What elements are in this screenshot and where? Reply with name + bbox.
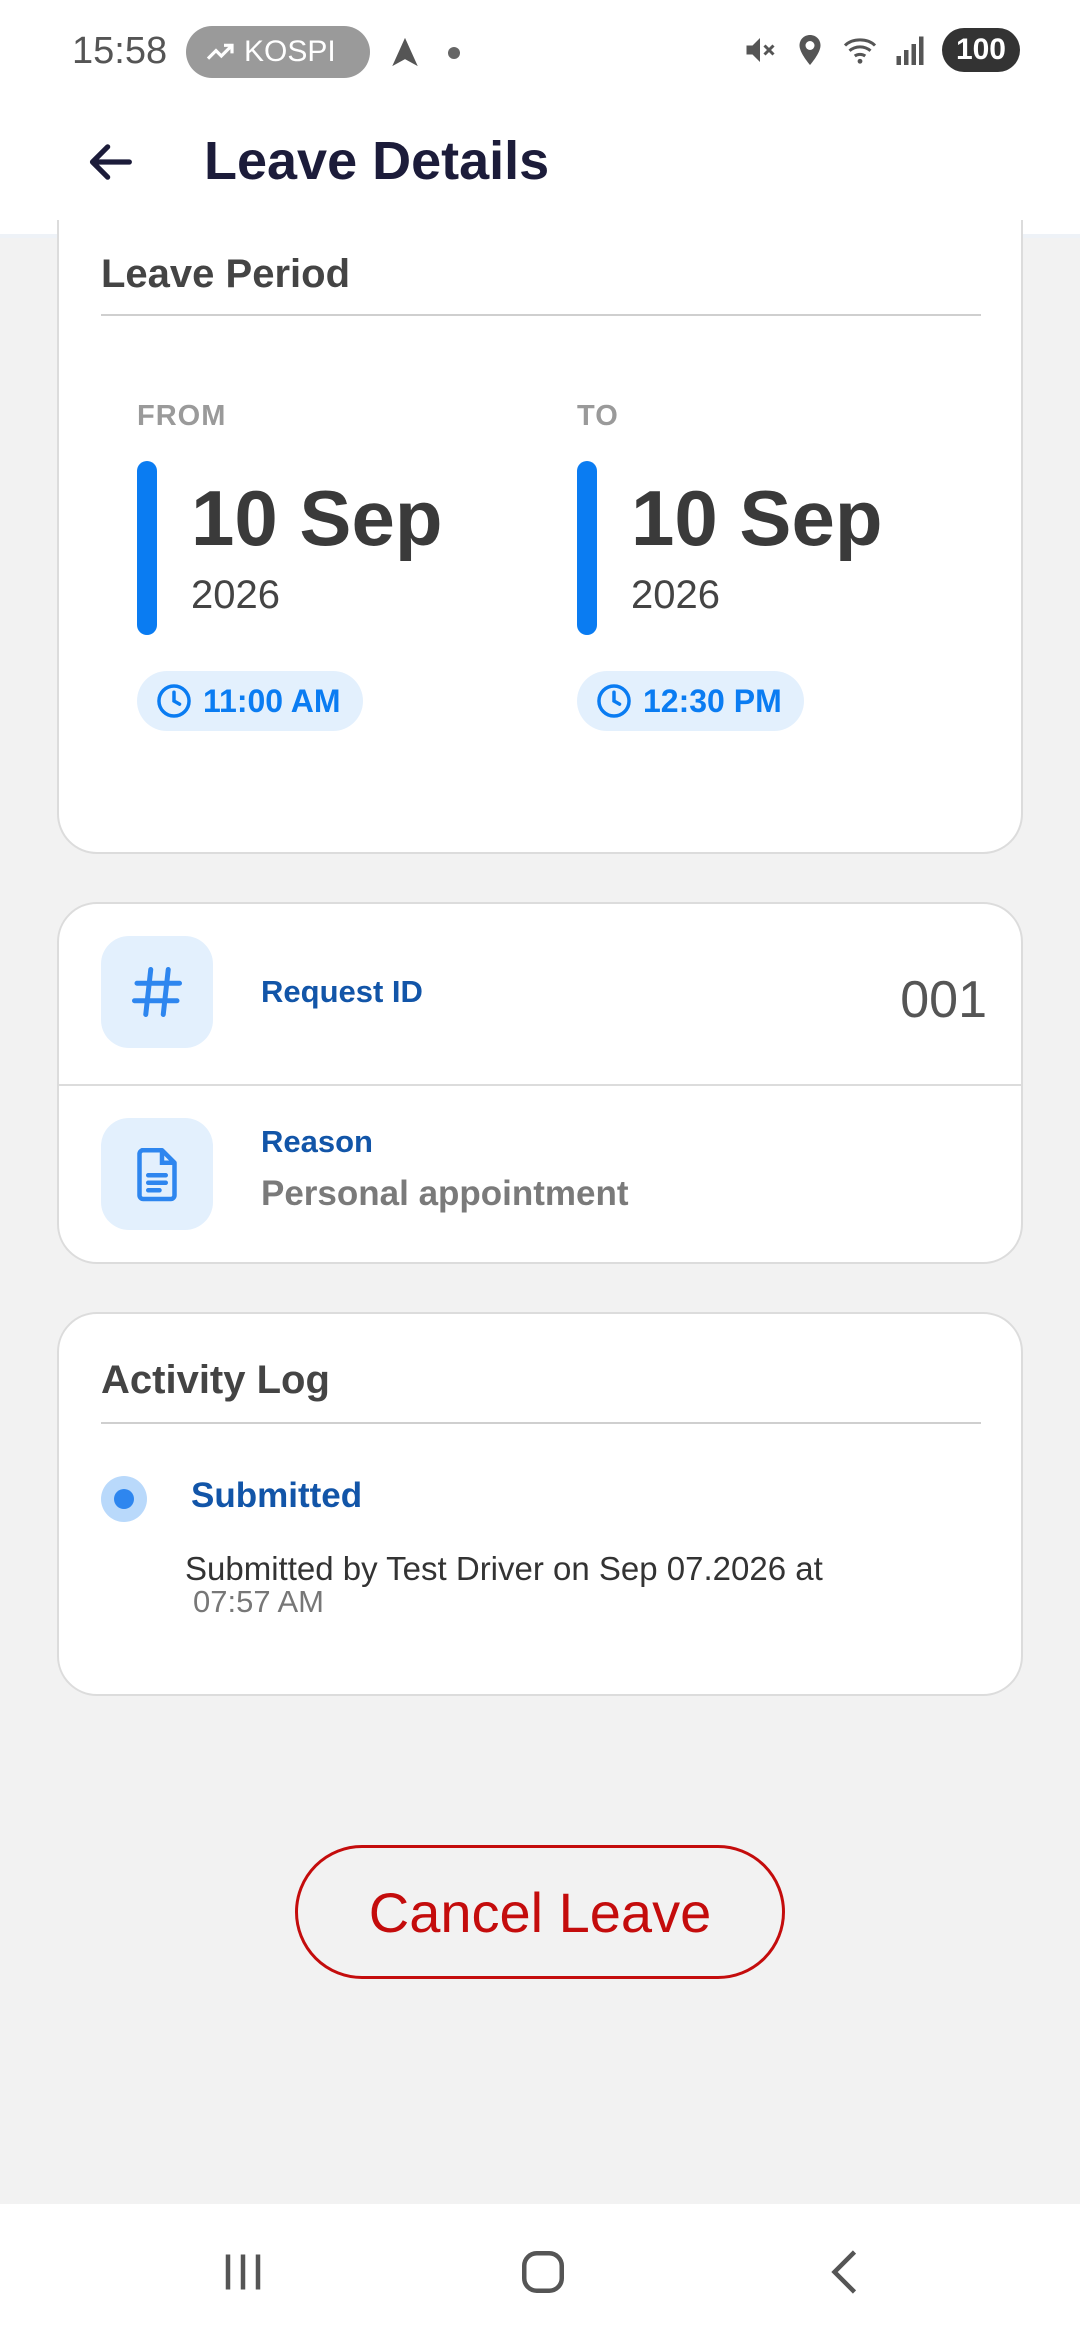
arrow-left-icon [89,144,132,180]
divider [101,314,981,316]
divider [101,1422,981,1424]
activity-log-card: Activity Log Submitted Submitted by Test… [57,1312,1023,1696]
activity-log-heading: Activity Log [101,1358,330,1402]
hash-icon [132,967,182,1017]
ticker-chip[interactable]: KOSPI [186,26,370,78]
request-id-row: Request ID 001 [59,904,1021,1084]
to-year: 2026 [631,573,720,617]
reason-icon-box [101,1118,213,1230]
request-id-label: Request ID [261,974,423,1009]
app-bar: Leave Details [0,100,1080,238]
navigation-arrow-icon [392,37,418,67]
clock-icon [597,684,631,718]
request-id-value: 001 [900,971,987,1029]
to-date-block: 10 Sep 2026 [577,461,937,637]
from-date-block: 10 Sep 2026 [137,461,497,637]
back-button[interactable] [80,130,144,194]
clock-icon [157,684,191,718]
system-nav-bar [0,2204,1080,2340]
request-details-card: Request ID 001 Reason Personal appointme… [57,902,1023,1264]
from-label: FROM [137,400,227,432]
from-date-bar [137,461,157,635]
from-time: 11:00 AM [203,682,341,719]
status-bar: 15:58 KOSPI 100 [0,0,1080,100]
home-button[interactable] [508,2242,578,2302]
reason-label: Reason [261,1124,373,1159]
request-id-icon-box [101,936,213,1048]
status-icons: 100 [742,28,1020,72]
cancel-leave-button[interactable]: Cancel Leave [295,1845,785,1979]
leave-period-heading: Leave Period [101,252,351,296]
log-time: 07:57 AM [193,1584,324,1619]
signal-icon [896,36,924,65]
location-icon [799,35,821,65]
battery-indicator: 100 [941,28,1020,72]
from-date: FROM 10 Sep 2026 11:00 AM [137,400,497,731]
page-title: Leave Details [204,131,550,191]
leave-period-card: Leave Period FROM 10 Sep 2026 11:00 AM T… [57,220,1023,854]
recent-apps-button[interactable] [208,2242,278,2302]
trend-up-icon [206,43,234,60]
nav-back-button[interactable] [812,2242,882,2302]
from-day-month: 10 Sep [191,474,443,562]
home-icon [522,2251,564,2293]
from-year: 2026 [191,573,280,617]
to-date-bar [577,461,597,635]
recent-apps-icon [225,2254,261,2290]
status-time: 15:58 [72,30,168,72]
reason-value: Personal appointment [261,1174,629,1213]
reason-row: Reason Personal appointment [59,1086,1021,1266]
log-status: Submitted [191,1476,363,1515]
notification-dot [448,47,460,59]
timeline-dot [101,1476,147,1522]
to-time-chip: 12:30 PM [577,671,804,731]
ticker-label: KOSPI [244,35,336,68]
document-icon [137,1148,177,1202]
from-time-chip: 11:00 AM [137,671,363,731]
to-day-month: 10 Sep [631,474,883,562]
to-date: TO 10 Sep 2026 12:30 PM [577,400,937,731]
mute-icon [746,38,775,62]
to-time: 12:30 PM [643,682,782,719]
wifi-icon [843,38,876,64]
back-icon [831,2250,857,2294]
to-label: TO [577,400,619,432]
log-description: Submitted by Test Driver on Sep 07.2026 … [185,1550,823,1587]
